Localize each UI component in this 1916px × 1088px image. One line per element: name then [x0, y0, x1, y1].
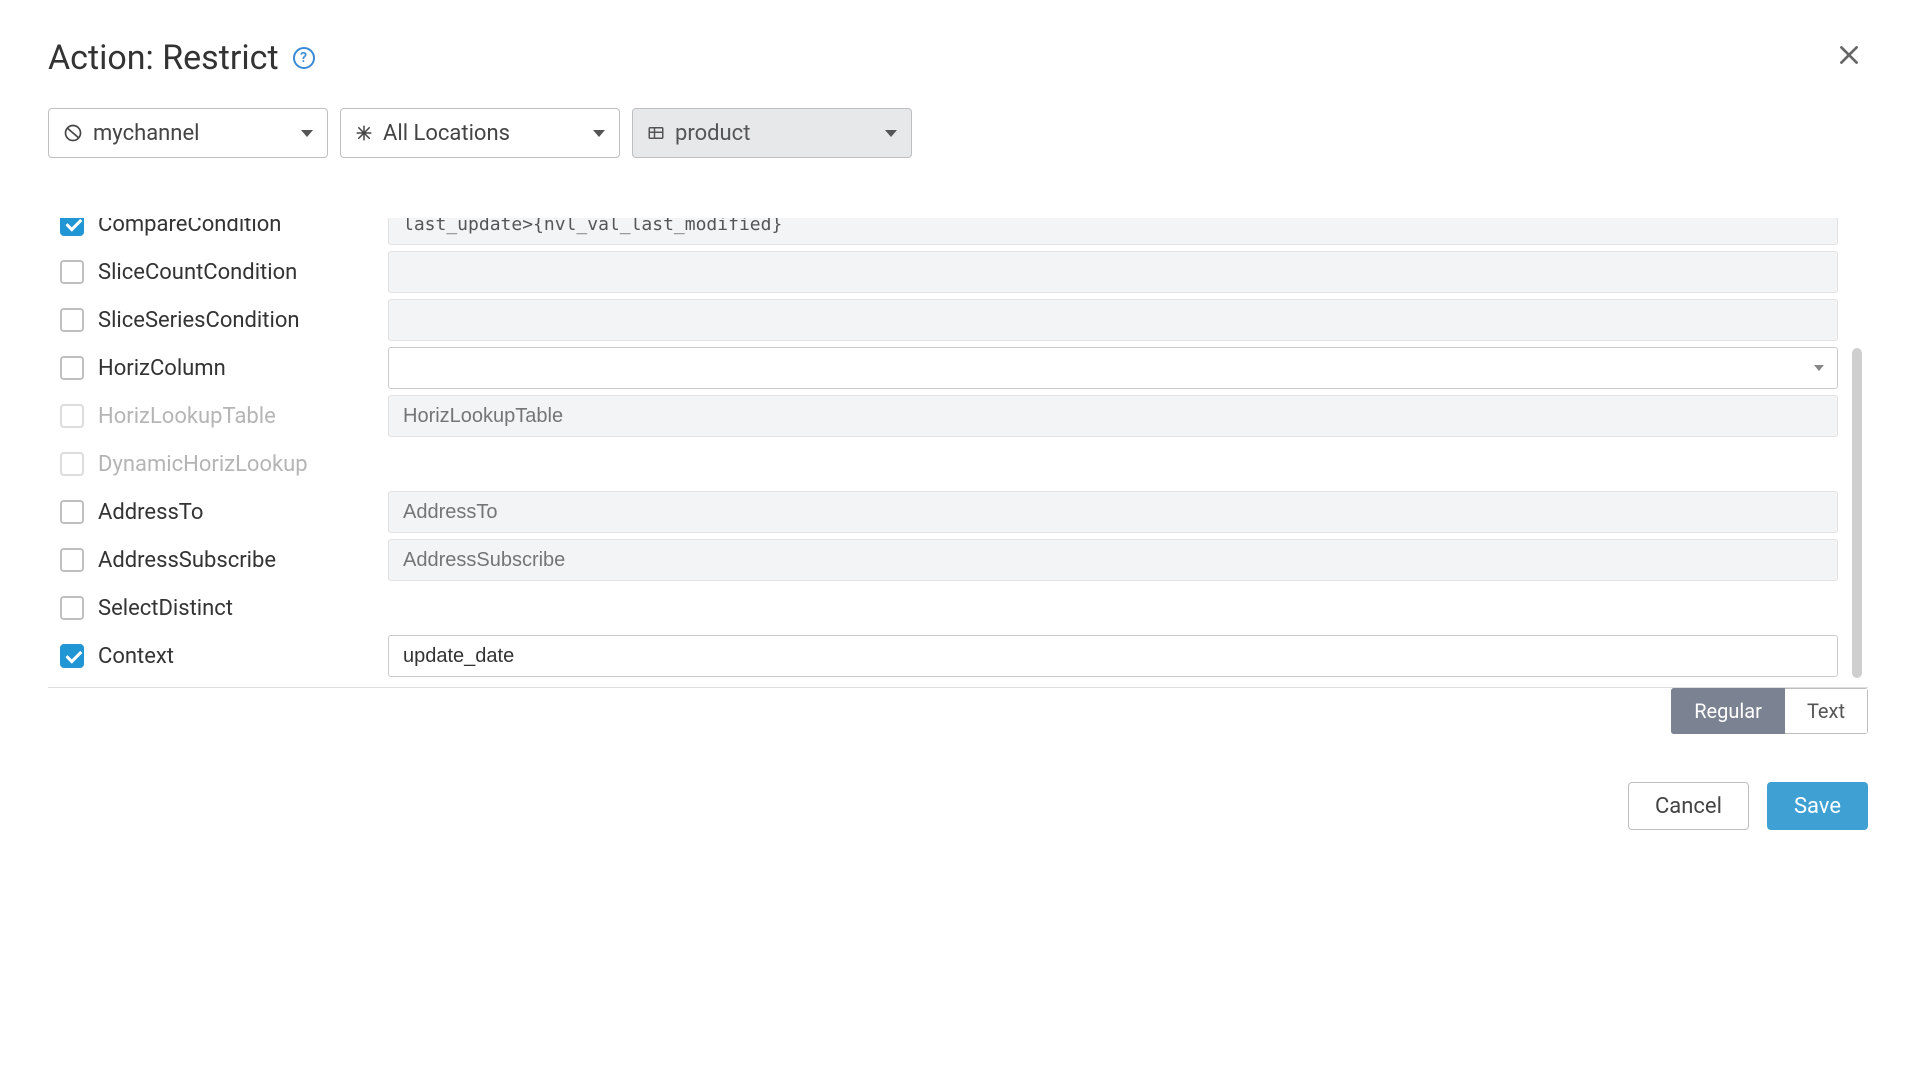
label-slicecount: SliceCountCondition — [98, 260, 297, 285]
row-horizcolumn: HorizColumn — [48, 344, 1838, 392]
chevron-down-icon — [1814, 365, 1824, 371]
label-addressto: AddressTo — [98, 500, 203, 525]
title-wrap: Action: Restrict ? — [48, 38, 315, 78]
dropdown-horizcolumn-input[interactable] — [388, 347, 1838, 389]
dialog-footer: Cancel Save — [48, 782, 1868, 830]
chevron-down-icon — [593, 130, 605, 137]
row-addressto: AddressTo — [48, 488, 1838, 536]
row-selectdistinct: SelectDistinct — [48, 584, 1838, 632]
asterisk-icon — [355, 124, 373, 142]
channel-select[interactable]: mychannel — [48, 108, 328, 158]
checkbox-addresssubscribe[interactable] — [60, 548, 84, 572]
dropdown-horizcolumn[interactable] — [388, 347, 1838, 389]
input-context[interactable] — [388, 635, 1838, 677]
row-dynamichorizlookup: DynamicHorizLookup — [48, 440, 1838, 488]
row-comparecondition: CompareCondition — [48, 218, 1838, 248]
dialog-title: Action: Restrict — [48, 38, 279, 78]
checkbox-comparecondition[interactable] — [60, 218, 84, 236]
label-context: Context — [98, 644, 174, 669]
checkbox-addressto[interactable] — [60, 500, 84, 524]
input-addressto[interactable] — [388, 491, 1838, 533]
checkbox-dynamichorizlookup — [60, 452, 84, 476]
view-toggle: Regular Text — [1671, 688, 1868, 734]
label-horizlookuptable: HorizLookupTable — [98, 404, 276, 429]
label-horizcolumn: HorizColumn — [98, 356, 226, 381]
checkbox-context[interactable] — [60, 644, 84, 668]
checkbox-selectdistinct[interactable] — [60, 596, 84, 620]
input-horizlookuptable — [388, 395, 1838, 437]
toggle-regular[interactable]: Regular — [1671, 688, 1785, 734]
form-scroll-area: CompareCondition SliceCountCondition — [48, 218, 1868, 688]
action-dialog: Action: Restrict ? mychannel All Locatio… — [0, 0, 1916, 1088]
label-comparecondition: CompareCondition — [98, 218, 281, 237]
label-addresssubscribe: AddressSubscribe — [98, 548, 276, 573]
filters-row: mychannel All Locations product — [48, 108, 1868, 158]
scrollbar-thumb[interactable] — [1852, 348, 1862, 678]
locations-select[interactable]: All Locations — [340, 108, 620, 158]
input-slicecount[interactable] — [388, 251, 1838, 293]
row-slicecount: SliceCountCondition — [48, 248, 1838, 296]
checkbox-slicecount[interactable] — [60, 260, 84, 284]
table-select[interactable]: product — [632, 108, 912, 158]
input-comparecondition[interactable] — [388, 218, 1838, 245]
label-sliceseries: SliceSeriesCondition — [98, 308, 300, 333]
close-icon[interactable] — [1830, 36, 1868, 80]
row-addresssubscribe: AddressSubscribe — [48, 536, 1838, 584]
checkbox-horizcolumn[interactable] — [60, 356, 84, 380]
save-button[interactable]: Save — [1767, 782, 1868, 830]
cancel-button[interactable]: Cancel — [1628, 782, 1749, 830]
table-label: product — [675, 121, 750, 146]
chevron-down-icon — [885, 130, 897, 137]
row-horizlookuptable: HorizLookupTable — [48, 392, 1838, 440]
dialog-header: Action: Restrict ? — [48, 36, 1868, 80]
channel-label: mychannel — [93, 121, 199, 146]
view-toggle-row: Regular Text — [48, 688, 1868, 734]
row-context: Context — [48, 632, 1838, 680]
toggle-text[interactable]: Text — [1785, 688, 1868, 734]
label-dynamichorizlookup: DynamicHorizLookup — [98, 452, 308, 477]
checkbox-sliceseries[interactable] — [60, 308, 84, 332]
table-icon — [647, 124, 665, 142]
help-icon[interactable]: ? — [293, 47, 315, 69]
checkbox-horizlookuptable — [60, 404, 84, 428]
channel-icon — [63, 123, 83, 143]
locations-label: All Locations — [383, 121, 510, 146]
input-sliceseries[interactable] — [388, 299, 1838, 341]
label-selectdistinct: SelectDistinct — [98, 596, 233, 621]
input-addresssubscribe[interactable] — [388, 539, 1838, 581]
chevron-down-icon — [301, 130, 313, 137]
row-sliceseries: SliceSeriesCondition — [48, 296, 1838, 344]
